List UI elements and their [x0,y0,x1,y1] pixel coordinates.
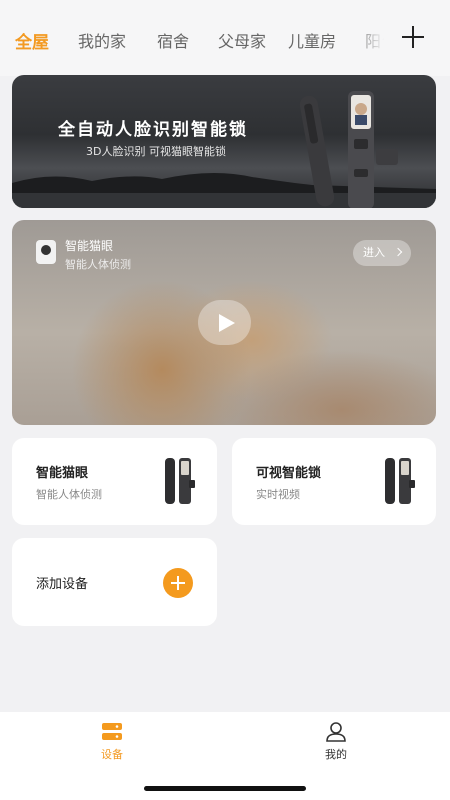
lock-illustration [299,91,398,208]
tab-my-home[interactable]: 我的家 [78,28,126,52]
enter-label: 进入 [363,246,385,259]
tab-kids-room[interactable]: 儿童房 [288,28,336,52]
lock-thumbnail [385,458,415,504]
add-device-label: 添加设备 [36,577,89,592]
promo-banner[interactable]: 全自动人脸识别智能锁 3D人脸识别 可视猫眼智能锁 [12,75,436,208]
nav-devices[interactable]: 设备 [82,722,142,762]
device-title: 智能猫眼 [36,466,89,481]
device-subtitle: 智能人体侦测 [36,488,102,501]
home-indicator [144,786,306,791]
banner-subtitle: 3D人脸识别 可视猫眼智能锁 [86,145,226,158]
device-subtitle: 实时视频 [256,488,300,501]
nav-devices-label: 设备 [101,748,123,761]
peephole-video-card[interactable]: 智能猫眼 智能人体侦测 进入 [12,220,436,425]
device-title: 可视智能锁 [256,466,322,481]
device-card-peephole[interactable]: 智能猫眼 智能人体侦测 [12,438,217,525]
add-device-card[interactable]: 添加设备 [12,538,217,626]
nav-mine[interactable]: 我的 [306,722,366,762]
user-icon [325,722,347,742]
chevron-right-icon [393,247,403,257]
nav-mine-label: 我的 [325,748,347,761]
tab-all-house[interactable]: 全屋 [15,28,49,53]
camera-icon [36,240,56,264]
tab-fade [352,18,398,58]
lock-thumbnail [165,458,195,504]
plus-icon[interactable] [163,568,193,598]
tab-dorm[interactable]: 宿舍 [157,28,189,52]
devices-icon [101,722,123,742]
device-card-video-lock[interactable]: 可视智能锁 实时视频 [232,438,436,525]
banner-title: 全自动人脸识别智能锁 [58,120,248,140]
tab-parents-home[interactable]: 父母家 [218,28,266,52]
add-icon[interactable] [400,24,426,50]
enter-button[interactable]: 进入 [353,240,411,266]
video-subtitle: 智能人体侦测 [65,258,131,271]
play-icon[interactable] [198,300,251,345]
room-tabs: 全屋 我的家 宿舍 父母家 儿童房 阳台 [0,0,450,76]
video-title: 智能猫眼 [65,239,114,253]
